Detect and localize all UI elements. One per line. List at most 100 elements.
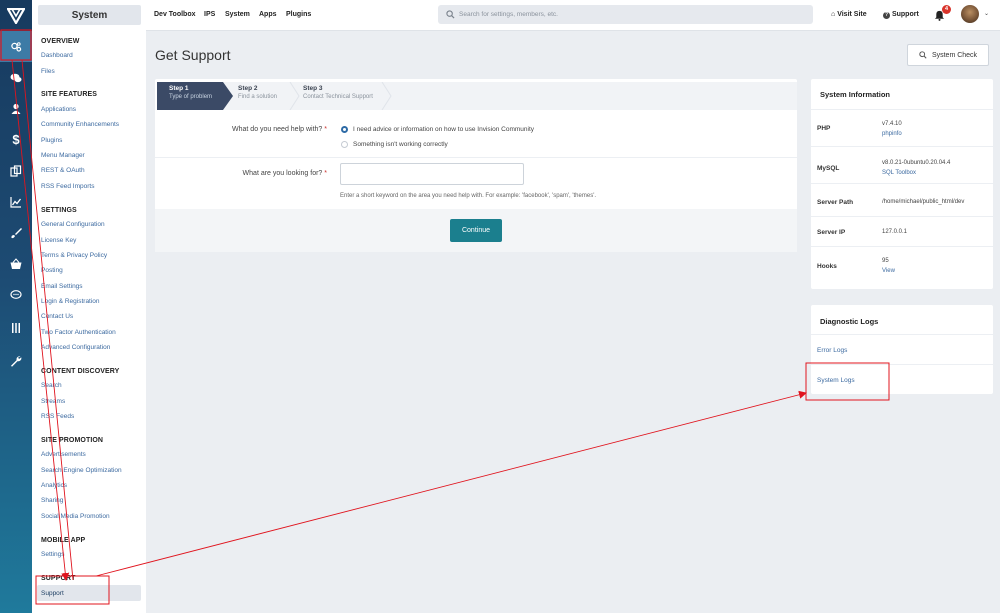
sidebar-item-general-configuration[interactable]: General Configuration [41, 221, 105, 228]
brush-icon[interactable] [0, 217, 32, 248]
step-1-subtitle: Type of problem [169, 94, 213, 100]
basket-icon[interactable] [0, 248, 32, 279]
info-value: 127.0.0.1 [882, 229, 908, 235]
keyword-help-text: Enter a short keyword on the area you ne… [340, 193, 597, 199]
topnav-plugins[interactable]: Plugins [286, 11, 311, 18]
sidebar-title: System [38, 5, 141, 25]
info-row-mysql: MySQL v8.0.21-0ubuntu0.20.04.4 SQL Toolb… [811, 146, 993, 183]
help-option-advice-radio[interactable] [341, 126, 348, 133]
topnav-ips[interactable]: IPS [204, 11, 215, 18]
system-logs-link[interactable]: System Logs [817, 377, 855, 384]
sidebar-item-posting[interactable]: Posting [41, 267, 63, 274]
sidebar-item-login-registration[interactable]: Login & Registration [41, 298, 100, 305]
sidebar-item-rss-feeds[interactable]: RSS Feeds [41, 413, 74, 420]
info-key: MySQL [817, 165, 840, 172]
notifications-button[interactable]: 4 [934, 5, 951, 21]
sidebar-item-social-media-promotion[interactable]: Social Media Promotion [41, 513, 110, 520]
user-menu[interactable]: ⌄ [961, 5, 993, 25]
log-row: System Logs [811, 364, 993, 394]
sidebar-item-menu-manager[interactable]: Menu Manager [41, 152, 85, 159]
sidebar-item-search[interactable]: Search [41, 382, 62, 389]
chat-icon[interactable] [0, 62, 32, 93]
sidebar-item-support[interactable]: Support [37, 585, 141, 601]
help-option-advice-label[interactable]: I need advice or information on how to u… [353, 126, 534, 133]
wrench-icon[interactable] [0, 345, 32, 376]
sidebar-item-seo[interactable]: Search Engine Optimization [41, 467, 122, 474]
info-value: v8.0.21-0ubuntu0.20.04.4 [882, 160, 951, 166]
info-row-hooks: Hooks 95 View [811, 246, 993, 289]
search-icon [446, 10, 455, 19]
system-icon[interactable] [0, 31, 32, 62]
sidebar-item-contact-us[interactable]: Contact Us [41, 313, 73, 320]
sidebar-item-advertisements[interactable]: Advertisements [41, 451, 86, 458]
error-logs-link[interactable]: Error Logs [817, 347, 847, 354]
search-icon [919, 51, 927, 59]
wizard-step-3: Step 3 Contact Technical Support [303, 79, 373, 107]
info-key: Server Path [817, 199, 854, 206]
topnav-dev-toolbox[interactable]: Dev Toolbox [154, 11, 195, 18]
sidebar-item-two-factor[interactable]: Two Factor Authentication [41, 329, 116, 336]
keyword-label: What are you looking for? * [242, 170, 327, 177]
diagnostic-logs-title: Diagnostic Logs [820, 317, 879, 326]
wizard-step-2: Step 2 Find a solution [238, 79, 277, 107]
copy-icon[interactable] [0, 155, 32, 186]
avatar [961, 5, 979, 23]
system-check-button[interactable]: System Check [907, 44, 989, 66]
sidebar-item-analytics[interactable]: Analytics [41, 482, 67, 489]
topnav-apps[interactable]: Apps [259, 11, 277, 18]
sidebar-item-sharing[interactable]: Sharing [41, 497, 63, 504]
continue-button[interactable]: Continue [450, 219, 502, 242]
search-input[interactable]: Search for settings, members, etc. [438, 5, 813, 24]
info-row-php: PHP v7.4.10 phpinfo [811, 109, 993, 146]
hooks-view-link[interactable]: View [882, 268, 895, 274]
sidebar-item-mobile-settings[interactable]: Settings [41, 551, 65, 558]
home-icon: ⌂ [831, 11, 836, 18]
info-row-server-path: Server Path /home/michael/public_html/de… [811, 183, 993, 216]
info-key: PHP [817, 125, 831, 132]
step-1-title: Step 1 [169, 85, 189, 92]
info-key: Server IP [817, 229, 846, 236]
sidebar-item-dashboard[interactable]: Dashboard [41, 52, 73, 59]
sidebar: System OVERVIEW Dashboard Files SITE FEA… [32, 0, 146, 613]
phpinfo-link[interactable]: phpinfo [882, 131, 902, 137]
sidebar-heading-site-features: SITE FEATURES [41, 91, 98, 98]
info-value: v7.4.10 [882, 121, 902, 127]
user-icon[interactable] [0, 93, 32, 124]
sidebar-item-advanced-configuration[interactable]: Advanced Configuration [41, 344, 110, 351]
sidebar-item-terms-privacy[interactable]: Terms & Privacy Policy [41, 252, 107, 259]
help-option-broken-radio[interactable] [341, 141, 348, 148]
system-check-label: System Check [931, 51, 978, 59]
visit-site-label: Visit Site [837, 11, 867, 18]
chart-icon[interactable] [0, 186, 32, 217]
help-type-label: What do you need help with? * [232, 126, 327, 133]
keyword-input[interactable] [340, 163, 524, 185]
sidebar-heading-content-discovery: CONTENT DISCOVERY [41, 368, 120, 375]
sidebar-item-email-settings[interactable]: Email Settings [41, 283, 83, 290]
sidebar-item-streams[interactable]: Streams [41, 398, 65, 405]
support-link[interactable]: ? Support [883, 11, 919, 19]
info-row-server-ip: Server IP 127.0.0.1 [811, 216, 993, 246]
step-3-subtitle: Contact Technical Support [303, 94, 373, 100]
info-key: Hooks [817, 263, 837, 270]
visit-site-link[interactable]: ⌂ Visit Site [831, 11, 867, 18]
sql-toolbox-link[interactable]: SQL Toolbox [882, 170, 916, 176]
sidebar-item-community-enhancements[interactable]: Community Enhancements [41, 121, 119, 128]
sidebar-item-license-key[interactable]: License Key [41, 237, 76, 244]
sidebar-item-rss-feed-imports[interactable]: RSS Feed Imports [41, 183, 94, 190]
sidebar-item-files[interactable]: Files [41, 68, 55, 75]
icon-bar: $ [0, 0, 32, 613]
topnav-system[interactable]: System [225, 11, 250, 18]
comment-icon[interactable] [0, 279, 32, 310]
sidebar-heading-settings: SETTINGS [41, 207, 77, 214]
dollar-icon[interactable]: $ [0, 124, 32, 155]
system-information-title: System Information [820, 90, 891, 99]
top-bar: Dev Toolbox IPS System Apps Plugins Sear… [146, 0, 1000, 31]
sidebar-heading-overview: OVERVIEW [41, 38, 80, 45]
sidebar-item-plugins[interactable]: Plugins [41, 137, 62, 144]
columns-icon[interactable] [0, 312, 32, 343]
help-option-broken-label[interactable]: Something isn't working correctly [353, 141, 448, 148]
logo-icon[interactable] [0, 0, 32, 31]
sidebar-item-applications[interactable]: Applications [41, 106, 76, 113]
sidebar-item-rest-oauth[interactable]: REST & OAuth [41, 167, 85, 174]
annotation-arrow-to-logs [95, 390, 807, 577]
